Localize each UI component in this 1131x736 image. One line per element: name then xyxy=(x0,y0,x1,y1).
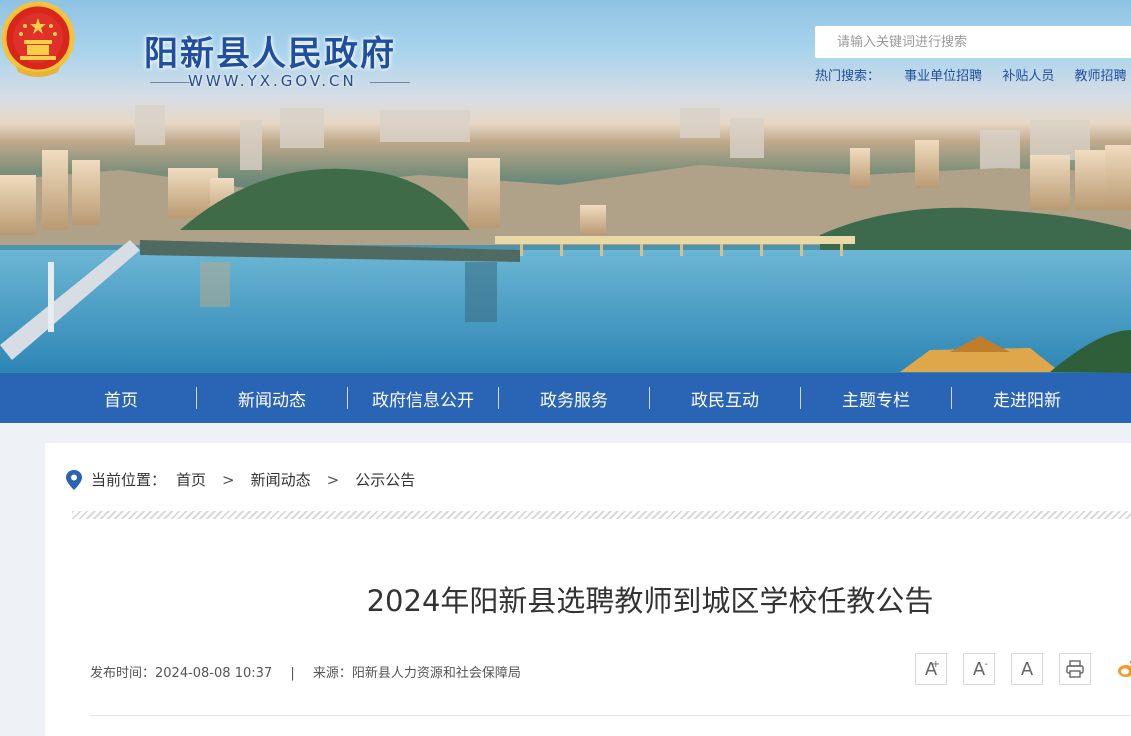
breadcrumb-notices[interactable]: 公示公告 xyxy=(355,469,415,490)
location-pin-icon xyxy=(66,469,82,490)
nav-topics[interactable]: 主题专栏 xyxy=(801,386,951,411)
article-tools: A + A- A xyxy=(915,653,1107,685)
article-panel: 当前位置： 首页 > 新闻动态 > 公示公告 2024年阳新县选聘教师到城区学校… xyxy=(45,443,1131,736)
breadcrumb-label: 当前位置： xyxy=(91,471,167,489)
breadcrumb-separator: > xyxy=(326,470,340,489)
font-increase-button[interactable]: A + xyxy=(915,653,947,685)
hatched-divider xyxy=(72,511,1131,519)
national-emblem-logo xyxy=(1,1,75,77)
font-decrease-glyph: A xyxy=(972,658,986,680)
publish-time: 2024-08-08 10:37 xyxy=(155,666,273,681)
search-input[interactable] xyxy=(815,26,1131,58)
font-default-button[interactable]: A xyxy=(1011,653,1043,685)
nav-interaction[interactable]: 政民互动 xyxy=(650,386,800,411)
search-box xyxy=(815,26,1131,58)
main-nav: 首页 新闻动态 政府信息公开 政务服务 政民互动 主题专栏 走进阳新 xyxy=(0,373,1131,423)
nav-gov-info[interactable]: 政府信息公开 xyxy=(348,386,498,411)
article-title: 2024年阳新县选聘教师到城区学校任教公告 xyxy=(366,584,934,618)
breadcrumb: 当前位置： 首页 > 新闻动态 > 公示公告 xyxy=(65,469,415,490)
meta-divider: | xyxy=(290,666,295,681)
header-banner: 阳新县人民政府 WWW.YX.GOV.CN 热门搜索： 事业单位招聘 补贴人员 … xyxy=(0,0,1131,373)
meta-bottom-rule xyxy=(90,715,1131,716)
breadcrumb-news[interactable]: 新闻动态 xyxy=(251,469,311,490)
weibo-icon[interactable] xyxy=(1117,659,1131,679)
minus-mark: - xyxy=(984,659,988,670)
source-value: 阳新县人力资源和社会保障局 xyxy=(351,666,521,681)
nav-services[interactable]: 政务服务 xyxy=(499,386,649,411)
hot-search: 热门搜索： 事业单位招聘 补贴人员 教师招聘 xyxy=(815,65,1131,84)
breadcrumb-separator: > xyxy=(222,470,235,489)
hot-link-teacher[interactable]: 教师招聘 xyxy=(1074,69,1126,84)
printer-icon xyxy=(1066,660,1084,678)
plus-mark: + xyxy=(931,659,940,670)
breadcrumb-home[interactable]: 首页 xyxy=(176,469,206,490)
nav-home[interactable]: 首页 xyxy=(46,386,196,411)
article-meta: 发布时间：2024-08-08 10:37 | 来源：阳新县人力资源和社会保障局 xyxy=(90,662,521,681)
domain-divider-left xyxy=(150,82,190,83)
nav-about[interactable]: 走进阳新 xyxy=(952,386,1102,411)
nav-news[interactable]: 新闻动态 xyxy=(197,386,347,411)
print-button[interactable] xyxy=(1059,653,1091,685)
hot-link-subsidy[interactable]: 补贴人员 xyxy=(1002,69,1054,84)
hot-search-label: 热门搜索： xyxy=(815,69,881,84)
site-name: 阳新县人民政府 xyxy=(144,34,396,74)
font-decrease-button[interactable]: A- xyxy=(963,653,995,685)
domain-divider-right xyxy=(370,82,410,83)
site-domain: WWW.YX.GOV.CN xyxy=(188,72,357,90)
publish-label: 发布时间： xyxy=(90,666,156,681)
source-label: 来源： xyxy=(312,666,352,681)
font-default-glyph: A xyxy=(1020,658,1034,680)
hot-link-recruit[interactable]: 事业单位招聘 xyxy=(904,69,982,84)
